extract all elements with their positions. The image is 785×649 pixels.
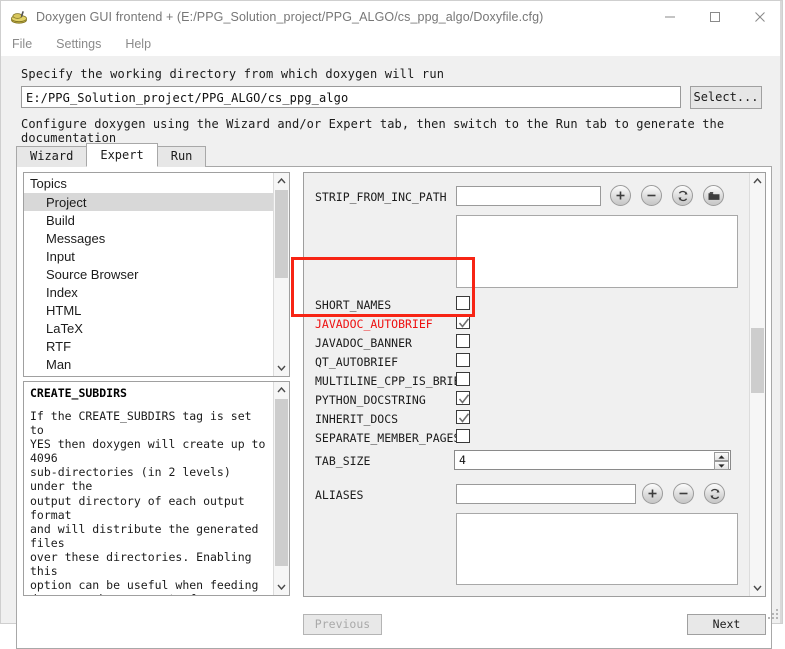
configure-hint: Configure doxygen using the Wizard and/o… — [21, 117, 725, 145]
scroll-up-icon[interactable] — [274, 382, 289, 398]
checkbox-javadoc-autobrief[interactable] — [456, 315, 470, 329]
aliases-list[interactable] — [456, 513, 738, 585]
topics-scroll-thumb[interactable] — [275, 190, 288, 278]
settings-scrollbar[interactable] — [749, 173, 765, 596]
window-controls — [647, 1, 782, 32]
add-icon[interactable] — [642, 483, 663, 504]
refresh-icon[interactable] — [704, 483, 725, 504]
stepper-up-icon[interactable] — [714, 452, 729, 461]
tab-run[interactable]: Run — [156, 146, 207, 167]
label-short-names: SHORT_NAMES — [315, 298, 392, 312]
folder-icon[interactable] — [703, 185, 724, 206]
select-directory-button[interactable]: Select... — [690, 86, 762, 109]
menu-item-help[interactable]: Help — [123, 37, 163, 51]
scroll-down-icon[interactable] — [750, 580, 765, 596]
checkbox-qt-autobrief[interactable] — [456, 353, 470, 367]
label-multiline-cpp-is-brief: MULTILINE_CPP_IS_BRIEF — [315, 374, 468, 388]
working-directory-input[interactable]: E:/PPG_Solution_project/PPG_ALGO/cs_ppg_… — [21, 86, 681, 108]
strip-from-inc-path-input[interactable] — [456, 186, 601, 206]
help-title: CREATE_SUBDIRS — [30, 386, 127, 400]
tab-wizard[interactable]: Wizard — [16, 146, 88, 167]
sidebar-item-latex[interactable]: LaTeX — [24, 319, 289, 337]
resize-grip[interactable] — [766, 607, 778, 619]
expert-tab-page: Topics Project Build Messages Input Sour… — [16, 166, 772, 649]
label-aliases: ALIASES — [315, 488, 364, 502]
label-python-docstring: PYTHON_DOCSTRING — [315, 393, 426, 407]
tab-expert[interactable]: Expert — [86, 143, 158, 167]
aliases-input[interactable] — [456, 484, 636, 504]
sidebar-item-source-browser[interactable]: Source Browser — [24, 265, 289, 283]
next-button[interactable]: Next — [687, 614, 766, 635]
scroll-down-icon[interactable] — [274, 579, 289, 595]
tab-bar: Wizard Expert Run — [16, 143, 207, 167]
sidebar-item-man[interactable]: Man — [24, 355, 289, 373]
client-area: Specify the working directory from which… — [2, 56, 781, 649]
working-directory-hint: Specify the working directory from which… — [21, 67, 445, 81]
label-qt-autobrief: QT_AUTOBRIEF — [315, 355, 399, 369]
remove-icon[interactable] — [641, 185, 662, 206]
settings-content: STRIP_FROM_INC_PATH SHORT_NAMES JAVADOC_… — [304, 173, 748, 596]
tab-size-value: 4 — [459, 453, 466, 467]
scroll-up-icon[interactable] — [274, 173, 289, 189]
refresh-icon[interactable] — [672, 185, 693, 206]
sidebar-item-index[interactable]: Index — [24, 283, 289, 301]
minimize-icon[interactable] — [647, 1, 692, 32]
menu-item-file[interactable]: File — [10, 37, 44, 51]
add-icon[interactable] — [610, 185, 631, 206]
label-javadoc-banner: JAVADOC_BANNER — [315, 336, 412, 350]
window-right-edge — [780, 1, 782, 623]
checkbox-javadoc-banner[interactable] — [456, 334, 470, 348]
topics-list[interactable]: Topics Project Build Messages Input Sour… — [23, 172, 290, 377]
sidebar-item-html[interactable]: HTML — [24, 301, 289, 319]
close-icon[interactable] — [737, 1, 782, 32]
help-panel[interactable]: CREATE_SUBDIRS If the CREATE_SUBDIRS tag… — [23, 381, 290, 596]
checkbox-inherit-docs[interactable] — [456, 410, 470, 424]
checkbox-multiline-cpp-is-brief[interactable] — [456, 372, 470, 386]
label-javadoc-autobrief: JAVADOC_AUTOBRIEF — [315, 317, 433, 331]
sidebar-item-input[interactable]: Input — [24, 247, 289, 265]
strip-from-inc-path-list[interactable] — [456, 215, 738, 288]
menu-bar: File Settings Help — [1, 32, 782, 56]
scroll-up-icon[interactable] — [750, 173, 765, 189]
maximize-icon[interactable] — [692, 1, 737, 32]
sidebar-item-messages[interactable]: Messages — [24, 229, 289, 247]
settings-panel: STRIP_FROM_INC_PATH SHORT_NAMES JAVADOC_… — [303, 172, 766, 597]
topics-scrollbar[interactable] — [273, 173, 289, 376]
label-tab-size: TAB_SIZE — [315, 454, 371, 468]
tab-size-spin-buttons[interactable] — [714, 452, 729, 470]
remove-icon[interactable] — [673, 483, 694, 504]
checkbox-python-docstring[interactable] — [456, 391, 470, 405]
doxygen-icon — [10, 8, 28, 26]
help-body: If the CREATE_SUBDIRS tag is set to YES … — [30, 409, 266, 595]
window-title: Doxygen GUI frontend + (E:/PPG_Solution_… — [36, 9, 544, 24]
label-strip-from-inc-path: STRIP_FROM_INC_PATH — [315, 190, 447, 204]
previous-button[interactable]: Previous — [303, 614, 382, 635]
help-scrollbar[interactable] — [273, 382, 289, 595]
help-scroll-thumb[interactable] — [275, 399, 288, 566]
scroll-down-icon[interactable] — [274, 360, 289, 376]
sidebar-item-rtf[interactable]: RTF — [24, 337, 289, 355]
label-inherit-docs: INHERIT_DOCS — [315, 412, 399, 426]
sidebar-item-project[interactable]: Project — [24, 193, 289, 211]
application-window: Doxygen GUI frontend + (E:/PPG_Solution_… — [0, 0, 783, 649]
tab-size-stepper[interactable]: 4 — [454, 450, 731, 470]
stepper-down-icon[interactable] — [714, 461, 729, 470]
title-bar: Doxygen GUI frontend + (E:/PPG_Solution_… — [1, 1, 782, 32]
label-separate-member-pages: SEPARATE_MEMBER_PAGES — [315, 431, 461, 445]
settings-scroll-thumb[interactable] — [751, 328, 764, 393]
sidebar-item-build[interactable]: Build — [24, 211, 289, 229]
topics-header: Topics — [30, 176, 67, 191]
checkbox-separate-member-pages[interactable] — [456, 429, 470, 443]
checkbox-short-names[interactable] — [456, 296, 470, 310]
menu-item-settings[interactable]: Settings — [54, 37, 113, 51]
